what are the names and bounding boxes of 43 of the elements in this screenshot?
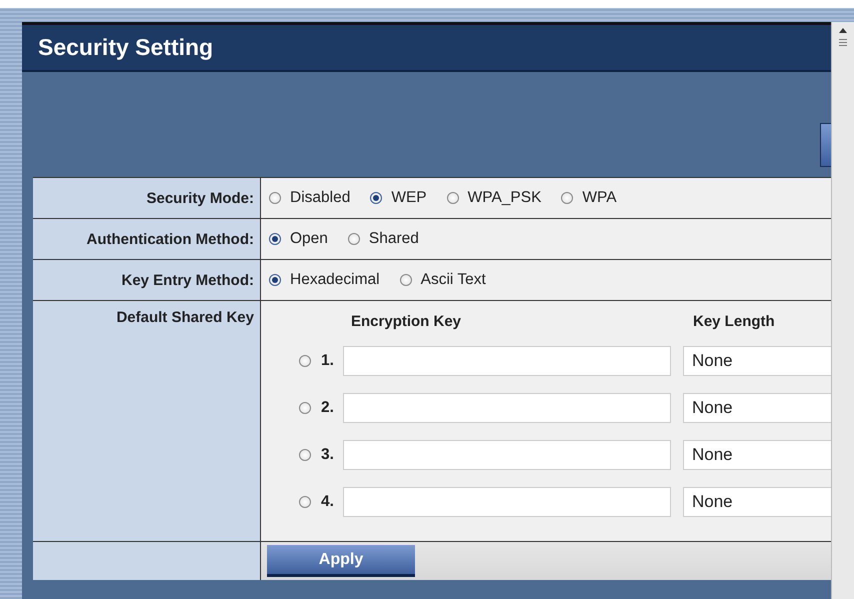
column-header: Key Length <box>693 313 775 332</box>
page-title: Security Setting <box>22 25 832 72</box>
option-label: Hexadecimal <box>290 271 380 289</box>
radio-button[interactable] <box>269 192 281 204</box>
option-label: Open <box>290 230 328 248</box>
field-label: Key Entry Method: <box>33 260 261 301</box>
key-number: 4. <box>321 492 335 510</box>
field-label: Security Mode: <box>33 178 261 219</box>
option-label: WEP <box>391 189 427 207</box>
radio-button[interactable] <box>269 274 281 286</box>
key-input-field[interactable] <box>343 346 671 376</box>
radio-button[interactable] <box>348 233 360 245</box>
scroll-up-icon[interactable] <box>839 28 848 33</box>
radio-button[interactable] <box>561 192 574 204</box>
key-input-field[interactable] <box>343 392 671 422</box>
radio-button[interactable] <box>446 192 459 204</box>
field-label: Authentication Method: <box>33 219 261 260</box>
apply-button[interactable]: Apply <box>267 545 415 577</box>
radio-button[interactable] <box>299 496 311 508</box>
option-label: Shared <box>368 230 419 248</box>
button[interactable] <box>820 122 832 166</box>
option-label: WPA_PSK <box>468 189 542 207</box>
key-length-field[interactable]: None <box>683 392 832 422</box>
key-number: 3. <box>321 446 335 464</box>
field-label: Default Shared Key <box>33 301 261 542</box>
radio-button[interactable] <box>370 192 382 204</box>
radio-button[interactable] <box>299 354 311 366</box>
key-length-field[interactable]: None <box>683 440 832 470</box>
key-input-field[interactable] <box>343 440 671 470</box>
option-label: Ascii Text <box>420 271 486 289</box>
radio-button[interactable] <box>299 448 311 460</box>
column-header: Encryption Key <box>351 313 462 332</box>
scroll-grip-icon[interactable] <box>839 39 848 46</box>
option-label: WPA <box>582 189 617 207</box>
option-label: Disabled <box>290 189 350 207</box>
key-number: 2. <box>321 398 335 416</box>
radio-button[interactable] <box>269 233 281 245</box>
radio-button[interactable] <box>400 274 412 286</box>
key-length-field[interactable]: None <box>683 486 832 516</box>
radio-button[interactable] <box>299 402 311 414</box>
key-number: 1. <box>321 352 335 370</box>
key-length-field[interactable]: None <box>683 346 832 376</box>
key-input-field[interactable] <box>343 486 671 516</box>
